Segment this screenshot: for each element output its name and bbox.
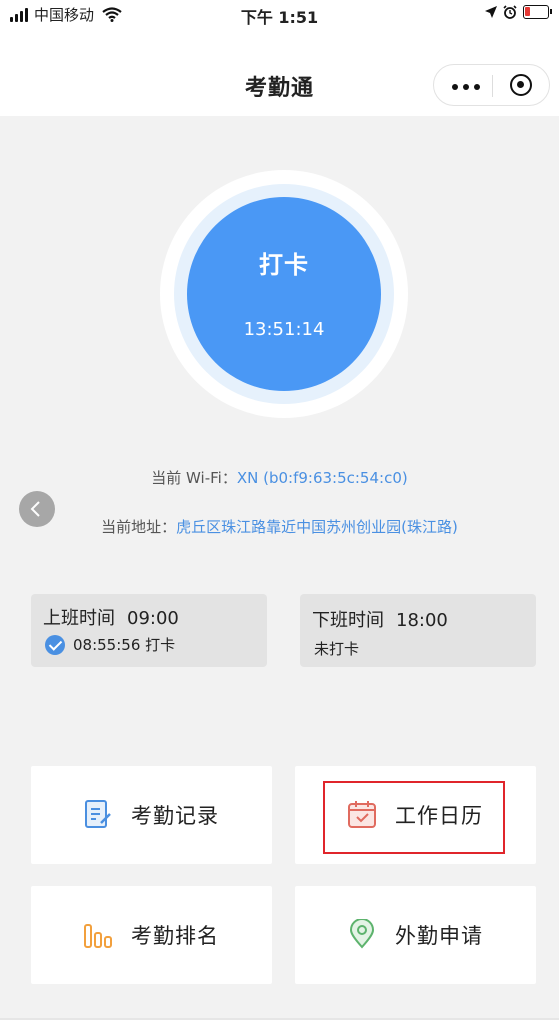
- attendance-ranking-label: 考勤排名: [131, 924, 219, 948]
- mini-program-capsule: [433, 64, 550, 106]
- more-icon[interactable]: [452, 84, 480, 90]
- attendance-records-button[interactable]: 考勤记录: [31, 766, 272, 864]
- on-duty-status: 08:55:56 打卡: [45, 634, 175, 655]
- on-duty-status-text: 08:55:56 打卡: [73, 636, 176, 654]
- location-label: 当前地址：: [101, 518, 177, 536]
- status-bar: 中国移动 下午 1:51: [0, 0, 559, 30]
- nav-bar: 考勤通: [0, 30, 559, 116]
- capsule-divider: [492, 75, 493, 97]
- on-duty-label: 上班时间: [43, 608, 115, 629]
- off-duty-title: 下班时间 18:00: [312, 606, 448, 632]
- off-duty-status-text: 未打卡: [314, 640, 360, 658]
- wifi-info: 当前 Wi-Fi：XN (b0:f9:63:5c:54:c0): [0, 467, 559, 488]
- wifi-label: 当前 Wi-Fi：: [151, 469, 237, 487]
- off-duty-label: 下班时间: [312, 610, 384, 631]
- on-duty-time: 09:00: [127, 608, 179, 629]
- off-duty-time: 18:00: [396, 610, 448, 631]
- field-work-request-button[interactable]: 外勤申请: [295, 886, 536, 984]
- attendance-ranking-button[interactable]: 考勤排名: [31, 886, 272, 984]
- location-arrow-icon: [485, 6, 497, 18]
- work-calendar-button[interactable]: 工作日历: [295, 766, 536, 864]
- punch-button[interactable]: 打卡 13:51:14: [187, 197, 381, 391]
- wifi-value: XN (b0:f9:63:5c:54:c0): [236, 469, 408, 487]
- work-calendar-label: 工作日历: [395, 804, 483, 828]
- punch-label: 打卡: [259, 251, 309, 279]
- location-info: 当前地址：虎丘区珠江路靠近中国苏州创业园(珠江路): [0, 516, 559, 537]
- target-icon[interactable]: [510, 74, 532, 96]
- check-icon: [45, 634, 65, 655]
- punch-time: 13:51:14: [243, 319, 325, 340]
- location-value: 虎丘区珠江路靠近中国苏州创业园(珠江路): [176, 518, 458, 536]
- status-right: [485, 5, 552, 19]
- alarm-icon: [503, 5, 517, 19]
- on-duty-card: 上班时间 09:00 08:55:56 打卡: [31, 594, 267, 667]
- attendance-records-label: 考勤记录: [131, 804, 219, 828]
- map-pin-icon: [349, 919, 375, 949]
- field-work-request-label: 外勤申请: [395, 924, 483, 948]
- calendar-icon: [348, 801, 376, 828]
- on-duty-title: 上班时间 09:00: [43, 604, 179, 630]
- off-duty-card: 下班时间 18:00 未打卡: [300, 594, 536, 667]
- battery-icon: [523, 5, 552, 19]
- document-icon: [85, 800, 111, 828]
- off-duty-status: 未打卡: [314, 638, 359, 659]
- bar-chart-icon: [84, 924, 112, 948]
- status-time: 下午 1:51: [240, 8, 319, 27]
